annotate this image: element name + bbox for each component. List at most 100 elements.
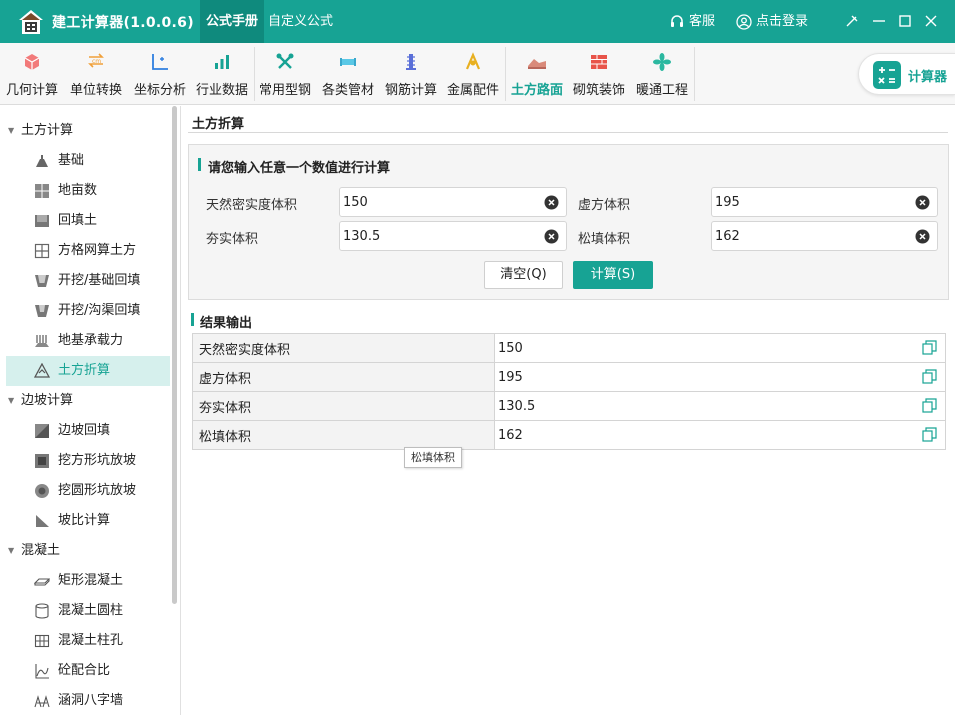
- sidebar-item-excavation-foundation[interactable]: 开挖/基础回填: [6, 266, 170, 296]
- copy-icon[interactable]: [922, 427, 937, 442]
- bearing-capacity-icon: [35, 335, 49, 347]
- excavation-icon: [35, 275, 49, 287]
- ribbon-toolbar: 几何计算 cm 单位转换 坐标分析 行业数据 常用型钢 各类管材 钢筋计算 金属…: [0, 43, 955, 105]
- cube-icon: [24, 54, 40, 70]
- ribbon-label: 钢筋计算: [384, 83, 437, 98]
- sidebar-item-culvert-wall[interactable]: 涵洞八字墙: [6, 686, 170, 715]
- close-icon[interactable]: [922, 12, 940, 30]
- result-label: 夯实体积: [192, 391, 495, 421]
- sidebar-item-slope-backfill[interactable]: 边坡回填: [6, 416, 170, 446]
- sidebar-item-label: 回填土: [58, 213, 98, 228]
- collapse-triangle-icon: ▼: [8, 126, 15, 135]
- calculate-button[interactable]: 计算(S): [573, 261, 653, 289]
- loose-volume-field[interactable]: [711, 187, 938, 217]
- loose-fill-volume-input[interactable]: [712, 222, 937, 250]
- ribbon-coordinate[interactable]: 坐标分析: [128, 43, 192, 105]
- slope-backfill-icon: [35, 424, 49, 438]
- ribbon-geometry-calc[interactable]: 几何计算: [0, 43, 64, 105]
- minimize-icon[interactable]: [870, 12, 888, 30]
- ribbon-label: 各类管材: [321, 83, 374, 98]
- result-section-title: 结果输出: [200, 316, 253, 331]
- earthwork-icon: [528, 59, 546, 69]
- table-row: 松填体积 162: [192, 420, 946, 450]
- login-button[interactable]: 点击登录: [736, 0, 808, 43]
- result-label: 虚方体积: [192, 362, 495, 392]
- sidebar-item-label: 地基承载力: [58, 333, 124, 348]
- sidebar-item-label: 挖圆形坑放坡: [58, 483, 137, 498]
- grid-icon: [34, 243, 50, 259]
- input-section-title: 请您输入任意一个数值进行计算: [208, 161, 391, 176]
- table-row: 天然密实度体积 150: [192, 333, 946, 363]
- ribbon-pipes[interactable]: 各类管材: [316, 43, 380, 105]
- sidebar-scrollbar[interactable]: [172, 106, 177, 604]
- result-value-cell: 195: [494, 362, 946, 392]
- sidebar-item-excavation-trench[interactable]: 开挖/沟渠回填: [6, 296, 170, 326]
- sidebar-group-slope[interactable]: ▼ 边坡计算: [0, 386, 172, 416]
- ribbon-industry-data[interactable]: 行业数据: [190, 43, 254, 105]
- pin-icon[interactable]: [843, 12, 861, 30]
- field-label-compacted-volume: 夯实体积: [206, 232, 259, 247]
- sidebar-item-column-hole[interactable]: 混凝土柱孔: [6, 626, 170, 656]
- ribbon-masonry[interactable]: 砌筑装饰: [567, 43, 631, 105]
- ribbon-unit-convert[interactable]: cm 单位转换: [64, 43, 128, 105]
- ribbon-label: 行业数据: [195, 83, 248, 98]
- ribbon-hvac[interactable]: 暖通工程: [630, 43, 694, 105]
- natural-volume-input[interactable]: [340, 188, 566, 216]
- customer-service-button[interactable]: 客服: [669, 0, 715, 43]
- sidebar-item-foundation[interactable]: 基础: [6, 146, 170, 176]
- fan-icon: [653, 53, 671, 71]
- sidebar-item-mix-ratio[interactable]: 砼配合比: [6, 656, 170, 686]
- unit-convert-icon: cm: [88, 53, 104, 68]
- sidebar-item-concrete-cylinder[interactable]: 混凝土圆柱: [6, 596, 170, 626]
- tab-custom-formula[interactable]: 自定义公式: [262, 0, 339, 43]
- ribbon-earthwork[interactable]: 土方路面: [505, 43, 569, 105]
- user-icon: [736, 13, 752, 30]
- sidebar-item-land-area[interactable]: 地亩数: [6, 176, 170, 206]
- clear-button[interactable]: 清空(Q): [484, 261, 563, 289]
- loose-fill-volume-field[interactable]: [711, 221, 938, 251]
- sidebar-item-label: 土方折算: [58, 363, 111, 378]
- sidebar-item-square-pit[interactable]: 挖方形坑放坡: [6, 446, 170, 476]
- sidebar-group-earthwork[interactable]: ▼ 土方计算: [0, 116, 172, 146]
- metal-parts-icon: [465, 52, 481, 70]
- result-label: 天然密实度体积: [192, 333, 495, 363]
- clear-input-icon[interactable]: [915, 195, 930, 210]
- sidebar-item-label: 开挖/沟渠回填: [58, 303, 141, 318]
- sidebar-item-round-pit[interactable]: 挖圆形坑放坡: [6, 476, 170, 506]
- result-value-cell: 162: [494, 420, 946, 450]
- sidebar-item-label: 砼配合比: [58, 663, 111, 678]
- natural-volume-field[interactable]: [339, 187, 567, 217]
- sidebar-item-grid-earthwork[interactable]: 方格网算土方: [6, 236, 170, 266]
- sidebar-item-label: 边坡回填: [58, 423, 111, 438]
- compacted-volume-field[interactable]: [339, 221, 567, 251]
- copy-icon[interactable]: [922, 398, 937, 413]
- ribbon-steel-section[interactable]: 常用型钢: [253, 43, 317, 105]
- calculator-button[interactable]: 计算器: [858, 53, 955, 95]
- clear-input-icon[interactable]: [915, 229, 930, 244]
- sidebar-item-label: 混凝土柱孔: [58, 633, 124, 648]
- column-hole-icon: [34, 634, 50, 648]
- square-pit-icon: [35, 454, 49, 468]
- sidebar-item-label: 方格网算土方: [58, 243, 137, 258]
- sidebar-item-slope-ratio[interactable]: 坡比计算: [6, 506, 170, 536]
- sidebar-item-rect-concrete[interactable]: 矩形混凝土: [6, 566, 170, 596]
- sidebar-item-backfill[interactable]: 回填土: [6, 206, 170, 236]
- ribbon-label: 坐标分析: [133, 83, 186, 98]
- clear-input-icon[interactable]: [544, 195, 559, 210]
- ribbon-rebar[interactable]: 钢筋计算: [379, 43, 443, 105]
- result-table: 天然密实度体积 150 虚方体积 195 夯实体积 130.5 松填体积 162: [192, 333, 946, 450]
- sidebar-item-bearing-capacity[interactable]: 地基承载力: [6, 326, 170, 356]
- clear-input-icon[interactable]: [544, 229, 559, 244]
- loose-volume-input[interactable]: [712, 188, 937, 216]
- compacted-volume-input[interactable]: [340, 222, 566, 250]
- sidebar-group-label: 混凝土: [21, 543, 61, 558]
- ribbon-metal-parts[interactable]: 金属配件: [441, 43, 505, 105]
- result-value: 195: [498, 369, 523, 385]
- copy-icon[interactable]: [922, 369, 937, 384]
- maximize-icon[interactable]: [896, 12, 914, 30]
- copy-icon[interactable]: [922, 340, 937, 355]
- tab-formula-handbook[interactable]: 公式手册: [200, 0, 265, 43]
- sidebar-item-label: 基础: [58, 153, 85, 168]
- sidebar-item-earth-conversion[interactable]: 土方折算: [6, 356, 170, 386]
- sidebar-group-concrete[interactable]: ▼ 混凝土: [0, 536, 172, 566]
